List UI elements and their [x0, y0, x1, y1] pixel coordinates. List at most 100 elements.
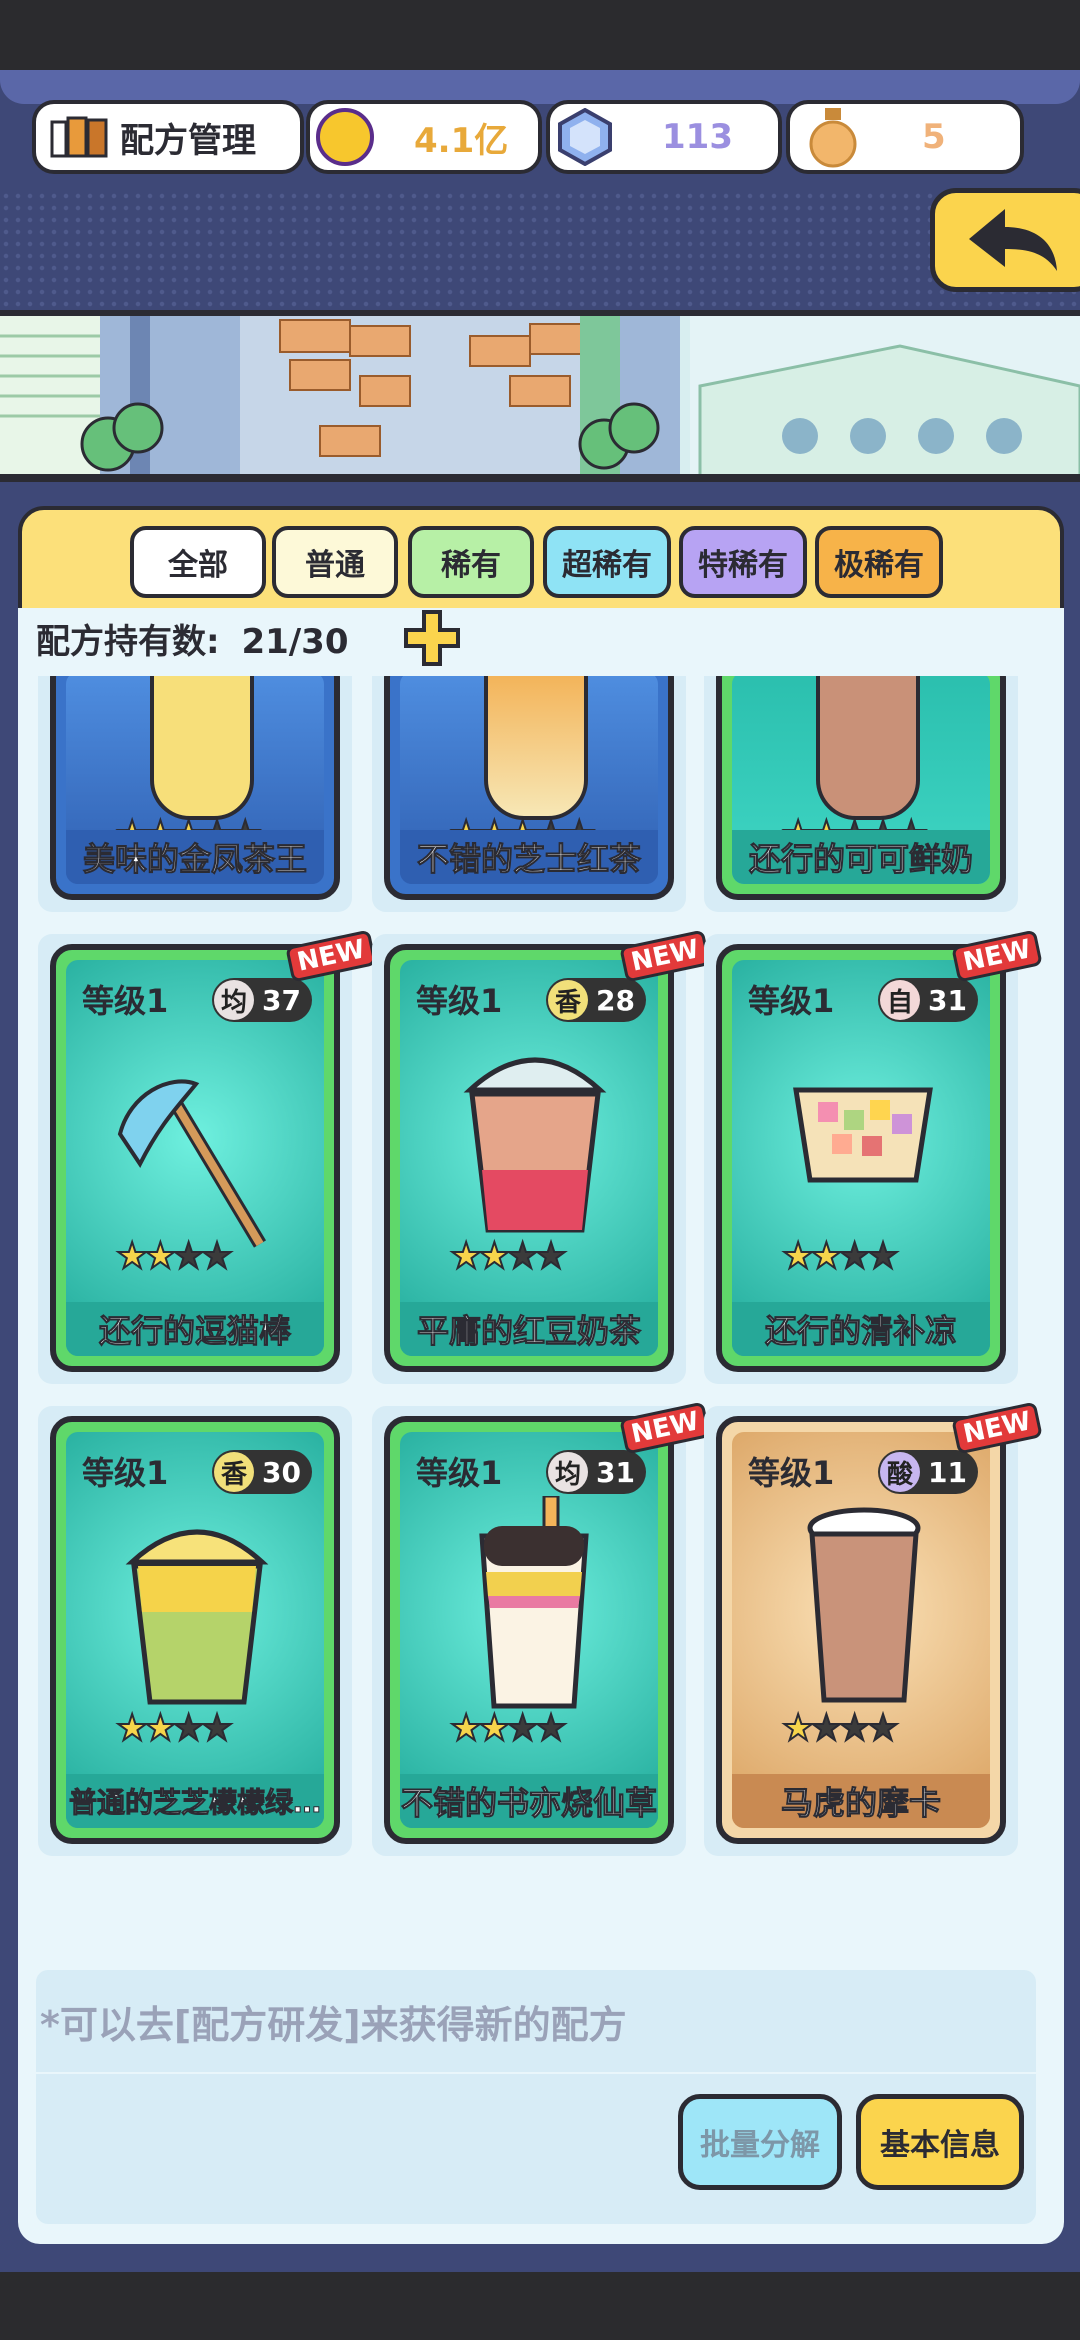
- back-button[interactable]: [930, 188, 1080, 292]
- recipe-card[interactable]: ★★★★★ 不错的芝士红茶: [384, 676, 674, 900]
- flavor-value: 31: [596, 1455, 635, 1489]
- batch-decompose-label: 批量分解: [700, 2128, 820, 2163]
- gem-amount: 113: [662, 117, 733, 157]
- card-slot[interactable]: 等级1 酸 11 ★★★★ 马虎的摩卡 NEW: [704, 1401, 1044, 1856]
- recipe-grid: ★★★★★ 美味的金凤茶王 ★★★★★ 不错的芝士红茶 ★★★★★ 还行的可可鲜…: [18, 676, 1064, 1876]
- recipe-count: 配方持有数: 21/30: [36, 614, 349, 663]
- red-bean-milk-tea-icon: [460, 1040, 610, 1244]
- recipe-count-value: 21/30: [241, 622, 349, 662]
- flavor-icon: 均: [214, 980, 254, 1020]
- recipe-card[interactable]: 等级1 均 31 ★★★★ 不错的书亦烧仙草: [384, 1416, 674, 1844]
- recipe-card[interactable]: 等级1 香 30 ★★★★ 普通的芝芝檬檬绿…: [50, 1416, 340, 1844]
- flavor-icon: 酸: [880, 1452, 920, 1492]
- drink-cup-icon: [150, 676, 254, 820]
- star-rating: ★★★★: [115, 1235, 234, 1278]
- card-slot[interactable]: ★★★★★ 不错的芝士红茶: [372, 676, 686, 912]
- flavor-badge: 均 31: [546, 1450, 646, 1494]
- recipe-card[interactable]: 等级1 香 28 ★★★★ 平庸的红豆奶茶: [384, 944, 674, 1372]
- tab-all[interactable]: 全部: [130, 526, 266, 598]
- tab-super-rare-label: 超稀有: [562, 548, 652, 583]
- street-scenery: [0, 310, 1080, 482]
- back-arrow-icon: [965, 205, 1061, 281]
- recipe-name: 普通的芝芝檬檬绿…: [66, 1774, 324, 1828]
- recipe-name: 还行的逗猫棒: [66, 1302, 324, 1356]
- card-slot[interactable]: 等级1 香 28 ★★★★ 平庸的红豆奶茶 NEW: [372, 929, 712, 1384]
- flavor-badge: 自 31: [878, 978, 978, 1022]
- recipe-name: 不错的芝士红茶: [400, 830, 658, 884]
- flavor-value: 11: [928, 1455, 967, 1489]
- flavor-badge: 均 37: [212, 978, 312, 1022]
- card-slot[interactable]: ★★★★★ 还行的可可鲜奶: [704, 676, 1018, 912]
- recipe-name: 马虎的摩卡: [732, 1774, 990, 1828]
- star-rating: ★★★★: [781, 1707, 900, 1750]
- card-level: 等级1: [416, 1454, 503, 1492]
- flavor-badge: 香 30: [212, 1450, 312, 1494]
- flavor-value: 30: [262, 1455, 301, 1489]
- star-rating: ★★★★: [115, 1707, 234, 1750]
- card-slot[interactable]: ★★★★★ 美味的金凤茶王: [38, 676, 352, 912]
- recipe-card[interactable]: ★★★★★ 还行的可可鲜奶: [716, 676, 1006, 900]
- card-level: 等级1: [82, 1454, 169, 1492]
- hint-text: *可以去[配方研发]来获得新的配方: [40, 2003, 627, 2047]
- flavor-icon: 自: [880, 980, 920, 1020]
- potion-bottle-icon: [808, 106, 858, 168]
- basic-info-label: 基本信息: [880, 2128, 1000, 2163]
- card-level: 等级1: [82, 982, 169, 1020]
- add-slot-button[interactable]: [402, 608, 462, 672]
- recipe-card[interactable]: 等级1 酸 11 ★★★★ 马虎的摩卡: [716, 1416, 1006, 1844]
- tab-ultra-rare-label: 极稀有: [834, 548, 924, 583]
- drink-cup-icon: [816, 676, 920, 820]
- grass-jelly-icon: [474, 1494, 594, 1720]
- card-slot[interactable]: 等级1 均 37 ★★★★ 还行的逗猫棒 NEW: [38, 929, 378, 1384]
- potion-amount: 5: [922, 117, 946, 157]
- cheng-teng-bowl-icon: [788, 1080, 938, 1194]
- tab-special-rare-label: 特稀有: [698, 548, 788, 583]
- batch-decompose-button[interactable]: 批量分解: [678, 2094, 842, 2190]
- tab-common[interactable]: 普通: [272, 526, 398, 598]
- potion-counter: 5: [786, 100, 1024, 174]
- gold-counter: 4.1亿: [306, 100, 542, 174]
- gem-icon: [558, 107, 612, 167]
- recipe-card[interactable]: 等级1 均 37 ★★★★ 还行的逗猫棒: [50, 944, 340, 1372]
- tab-super-rare[interactable]: 超稀有: [543, 526, 671, 598]
- card-slot[interactable]: 等级1 自 31 ★★★★ 还行的清补凉 NEW: [704, 929, 1044, 1384]
- gold-amount: 4.1亿: [414, 120, 509, 161]
- tab-special-rare[interactable]: 特稀有: [679, 526, 807, 598]
- card-slot[interactable]: 等级1 香 30 ★★★★ 普通的芝芝檬檬绿…: [38, 1406, 352, 1856]
- gold-coin-icon: [316, 108, 374, 166]
- tab-common-label: 普通: [305, 548, 365, 583]
- feather-wand-icon: [100, 1054, 300, 1258]
- page-title: 配方管理: [120, 120, 256, 161]
- recipe-book-icon: [50, 116, 108, 158]
- header-accent-strip: [0, 70, 1080, 104]
- plus-icon: [402, 610, 462, 672]
- drink-cup-icon: [484, 676, 588, 820]
- recipe-card[interactable]: ★★★★★ 美味的金凤茶王: [50, 676, 340, 900]
- flavor-value: 28: [596, 983, 635, 1017]
- mocha-cup-icon: [804, 1504, 924, 1708]
- recipe-count-label: 配方持有数:: [36, 622, 220, 662]
- flavor-badge: 香 28: [546, 978, 646, 1022]
- tab-ultra-rare[interactable]: 极稀有: [815, 526, 943, 598]
- cheese-lemon-green-icon: [122, 1512, 272, 1716]
- tab-rare[interactable]: 稀有: [408, 526, 534, 598]
- card-level: 等级1: [748, 1454, 835, 1492]
- recipe-name: 美味的金凤茶王: [66, 830, 324, 884]
- card-level: 等级1: [416, 982, 503, 1020]
- star-rating: ★★★★: [449, 1235, 568, 1278]
- recipe-manage-title: 配方管理: [32, 100, 304, 174]
- tab-all-label: 全部: [168, 548, 228, 583]
- star-rating: ★★★★: [449, 1707, 568, 1750]
- card-slot[interactable]: 等级1 均 31 ★★★★ 不错的书亦烧仙草 NEW: [372, 1401, 712, 1856]
- basic-info-button[interactable]: 基本信息: [856, 2094, 1024, 2190]
- star-rating: ★★★★: [781, 1235, 900, 1278]
- hint-box: *可以去[配方研发]来获得新的配方: [36, 1970, 1036, 2072]
- recipe-name: 还行的可可鲜奶: [732, 830, 990, 884]
- flavor-badge: 酸 11: [878, 1450, 978, 1494]
- flavor-icon: 香: [214, 1452, 254, 1492]
- recipe-name: 平庸的红豆奶茶: [400, 1302, 658, 1356]
- card-level: 等级1: [748, 982, 835, 1020]
- recipe-card[interactable]: 等级1 自 31 ★★★★ 还行的清补凉: [716, 944, 1006, 1372]
- recipe-name: 还行的清补凉: [732, 1302, 990, 1356]
- gem-counter: 113: [546, 100, 782, 174]
